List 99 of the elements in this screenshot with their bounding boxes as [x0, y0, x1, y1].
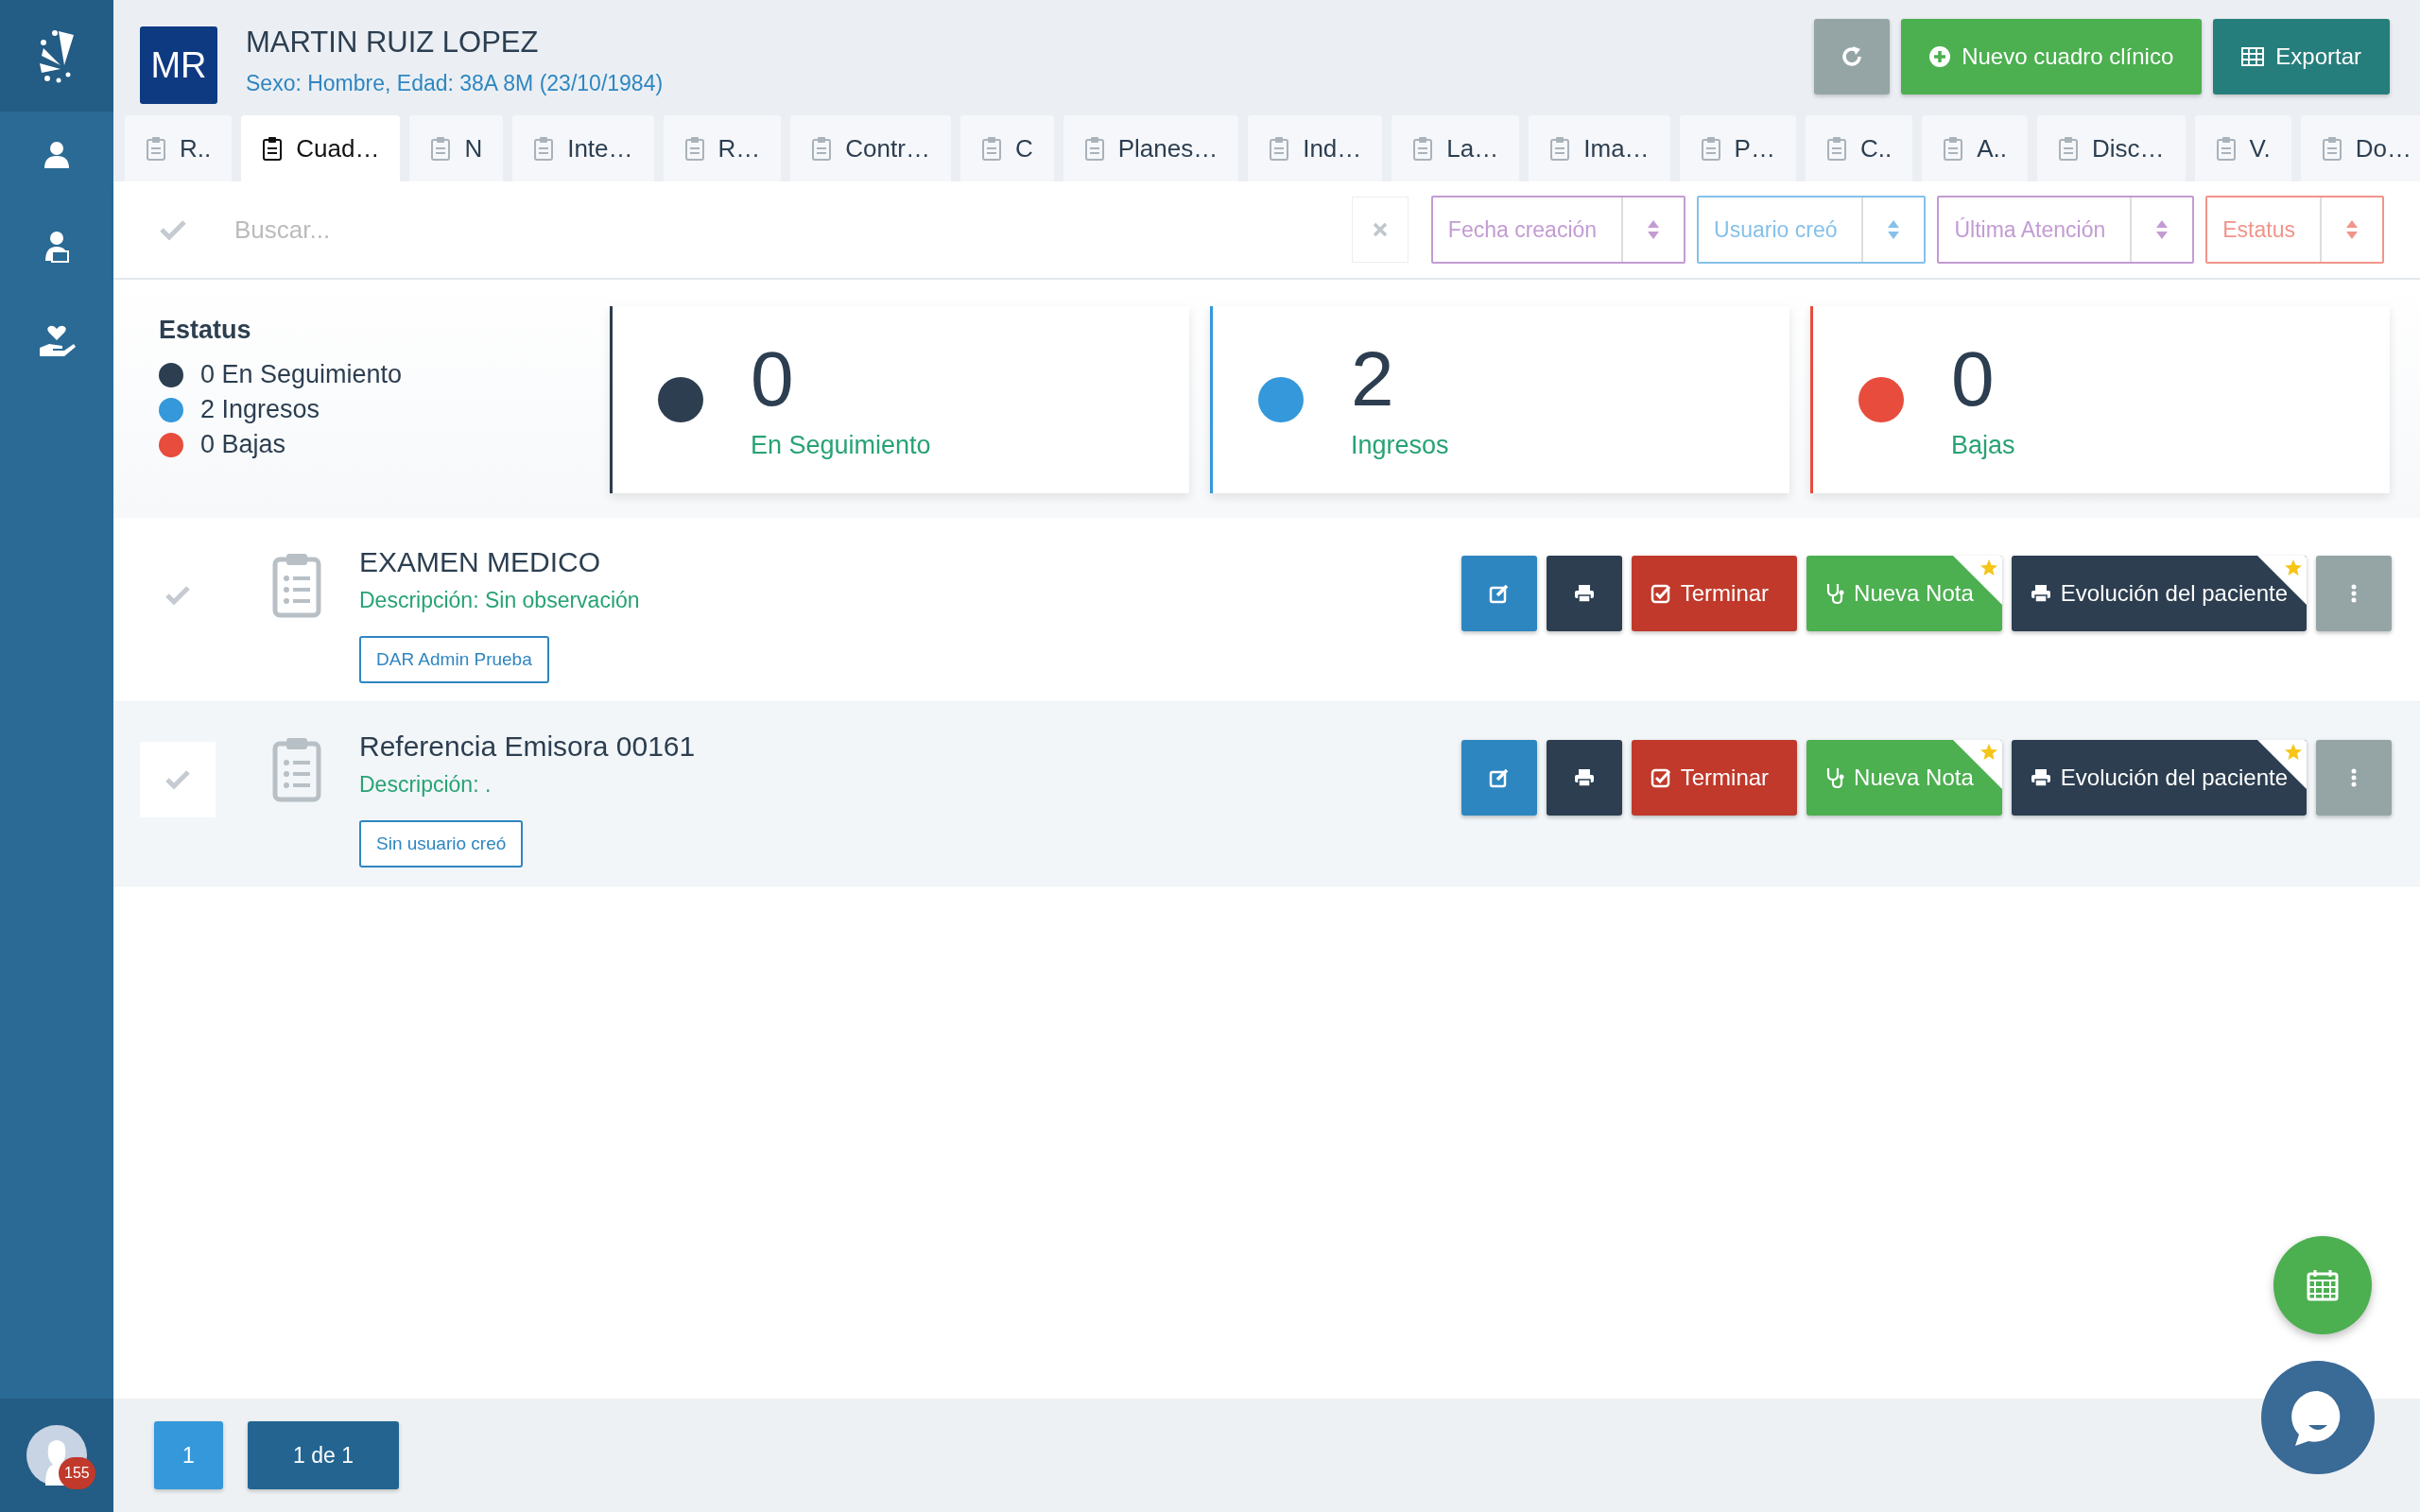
tab[interactable]: C.. [1805, 115, 1913, 181]
close-icon [1372, 222, 1388, 237]
sort-icon [2155, 219, 2169, 240]
print-icon [2030, 768, 2051, 787]
tab[interactable]: R… [663, 115, 782, 181]
status-count: 0 [1951, 339, 1996, 418]
status-label: Bajas [1951, 430, 2015, 460]
clipboard-icon [811, 136, 833, 161]
legend-label: 0 En Seguimiento [200, 360, 403, 389]
finish-button[interactable]: Terminar [1631, 556, 1798, 631]
clipboard-icon [2215, 136, 2237, 161]
clipboard-icon [262, 136, 284, 161]
print-icon [1573, 584, 1595, 603]
refresh-icon [1841, 45, 1864, 68]
record-description: Descripción: Sin observación [359, 588, 640, 613]
check-icon [164, 769, 191, 790]
finish-button[interactable]: Terminar [1631, 740, 1798, 816]
record-description: Descripción: . [359, 772, 492, 798]
clipboard-icon [1825, 136, 1847, 161]
evolution-button[interactable]: Evolución del paciente [2011, 740, 2307, 816]
user-icon[interactable] [43, 140, 71, 168]
row-checkbox[interactable] [140, 742, 216, 817]
more-icon [2351, 584, 2357, 603]
clipboard-icon [1083, 136, 1105, 161]
legend-label: 0 Bajas [200, 430, 286, 459]
status-label: En Seguimiento [751, 430, 931, 460]
print-icon [1573, 768, 1595, 787]
patient-details: Sexo: Hombre, Edad: 38A 8M (23/10/1984) [246, 70, 664, 96]
status-dot [1258, 377, 1304, 422]
clipboard-icon [1943, 136, 1964, 161]
legend-label: 2 Ingresos [200, 395, 320, 424]
tab[interactable]: La… [1392, 115, 1520, 181]
clipboard-icon [146, 136, 166, 161]
check-icon[interactable] [159, 218, 187, 241]
status-dot [658, 377, 703, 422]
user-tag-button[interactable]: DAR Admin Prueba [359, 636, 549, 683]
tab[interactable]: R.. [125, 115, 233, 181]
clipboard-icon [430, 136, 452, 161]
clipboard-icon [2058, 136, 2079, 161]
tab[interactable]: Disc… [2037, 115, 2186, 181]
stethoscope-icon [1825, 767, 1845, 788]
checkbox-icon [1650, 583, 1671, 604]
refresh-button[interactable] [1814, 19, 1891, 94]
status-label: Ingresos [1351, 430, 1449, 460]
record-title: Referencia Emisora 00161 [359, 730, 696, 763]
tab[interactable]: N [409, 115, 504, 181]
checkbox-icon [1650, 767, 1671, 788]
tab[interactable]: Do… [2300, 115, 2420, 181]
tab[interactable]: A.. [1922, 115, 2028, 181]
status-count: 0 [751, 339, 795, 418]
tab[interactable]: Cuad… [241, 115, 401, 181]
patient-name: MARTIN RUIZ LOPEZ [246, 25, 540, 60]
tab[interactable]: V. [2194, 115, 2291, 181]
clipboard-icon [1269, 136, 1290, 161]
clipboard-icon [272, 552, 321, 618]
edit-icon [1488, 767, 1510, 788]
sort-icon [1887, 219, 1901, 240]
tab[interactable]: Ima… [1529, 115, 1670, 181]
stethoscope-icon [1825, 583, 1845, 604]
record-title: EXAMEN MEDICO [359, 546, 601, 578]
more-icon [2351, 768, 2357, 787]
edit-button[interactable] [1461, 740, 1537, 816]
sort-icon [2345, 219, 2359, 240]
legend-title: Estatus [159, 316, 252, 345]
tab[interactable]: Ind… [1248, 115, 1383, 181]
print-icon [2030, 584, 2051, 603]
print-button[interactable] [1546, 556, 1622, 631]
edit-button[interactable] [1461, 556, 1537, 631]
page-summary-button[interactable]: 1 de 1 [248, 1421, 399, 1489]
tab[interactable]: P… [1679, 115, 1796, 181]
patient-initials: MR [140, 26, 217, 104]
evolution-button[interactable]: Evolución del paciente [2011, 556, 2307, 631]
clipboard-icon [2321, 136, 2342, 161]
user-laptop-icon[interactable] [43, 231, 71, 263]
plus-circle-icon [1929, 46, 1951, 67]
clipboard-icon [1700, 136, 1721, 161]
tab[interactable]: C [959, 115, 1054, 181]
tab[interactable]: Inte… [512, 115, 654, 181]
tab[interactable]: Planes… [1063, 115, 1239, 181]
clipboard-icon [272, 736, 321, 802]
hand-heart-icon[interactable] [38, 325, 76, 357]
user-tag-button[interactable]: Sin usuario creó [359, 820, 524, 868]
clipboard-icon [1549, 136, 1571, 161]
tab[interactable]: Contr… [790, 115, 951, 181]
edit-icon [1488, 583, 1510, 604]
calendar-icon [2307, 1269, 2339, 1301]
export-button[interactable]: Exportar [2213, 19, 2390, 94]
sort-icon [1647, 219, 1661, 240]
notification-badge: 155 [59, 1457, 95, 1489]
clipboard-icon [980, 136, 1002, 161]
print-button[interactable] [1546, 740, 1622, 816]
check-icon [164, 585, 191, 606]
clipboard-icon [1412, 136, 1434, 161]
search-field[interactable]: Buscar... [233, 214, 1352, 246]
clipboard-icon [683, 136, 705, 161]
clipboard-icon [533, 136, 555, 161]
status-dot [1858, 377, 1904, 422]
status-count: 2 [1351, 339, 1395, 418]
table-icon [2241, 47, 2265, 66]
